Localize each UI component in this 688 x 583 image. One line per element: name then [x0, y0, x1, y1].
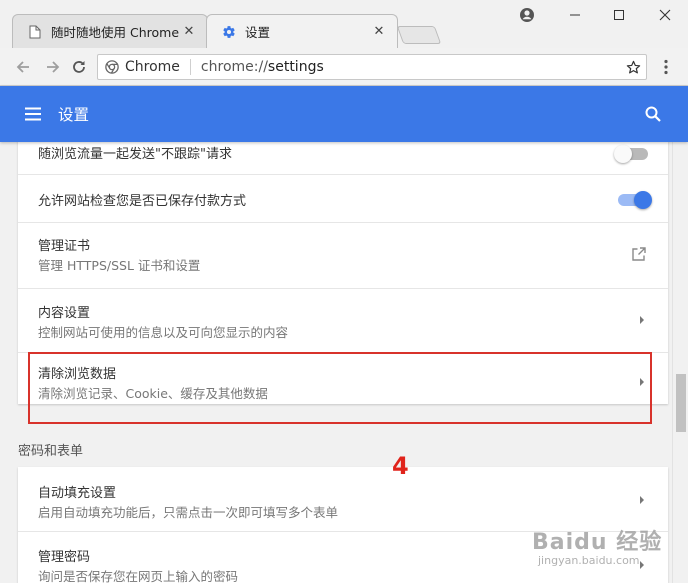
close-window-icon[interactable] — [650, 0, 680, 30]
back-arrow-icon[interactable] — [12, 56, 34, 78]
watermark: Baidu 经验 jingyan.baidu.com — [532, 524, 662, 567]
close-icon[interactable]: ✕ — [371, 24, 387, 40]
setting-row-do-not-track[interactable]: 随浏览流量一起发送"不跟踪"请求 — [18, 142, 668, 174]
arrow-right-icon[interactable] — [636, 313, 648, 327]
new-tab-button[interactable] — [396, 26, 442, 44]
setting-title: 随浏览流量一起发送"不跟踪"请求 — [38, 147, 232, 162]
setting-row-autofill[interactable]: 自动填充设置 启用自动填充功能后，只需点击一次即可填写多个表单 — [18, 467, 668, 531]
close-icon[interactable]: ✕ — [181, 24, 197, 40]
address-bar[interactable]: Chrome chrome://settings — [97, 54, 647, 80]
setting-title: 允许网站检查您是否已保存付款方式 — [38, 194, 247, 209]
external-link-icon[interactable] — [630, 245, 648, 263]
setting-title: 管理证书 — [38, 239, 91, 254]
tab-strip: 随时随地使用 Chrome ✕ 设置 ✕ — [0, 0, 688, 48]
do-not-track-toggle[interactable] — [614, 145, 650, 163]
maximize-icon[interactable] — [604, 0, 634, 30]
annotation-step-number: 4 — [392, 452, 409, 480]
setting-subtitle: 控制网站可使用的信息以及可向您显示的内容 — [38, 325, 289, 340]
account-icon[interactable] — [516, 0, 538, 30]
url-text: chrome://settings — [201, 59, 324, 75]
menu-icon[interactable] — [24, 105, 42, 123]
url-scheme: chrome:// — [200, 59, 268, 75]
scrollbar-thumb[interactable] — [676, 374, 686, 432]
settings-header: 设置 — [0, 86, 688, 142]
bookmark-star-icon[interactable] — [625, 59, 641, 75]
setting-title: 管理密码 — [38, 550, 91, 565]
minimize-icon[interactable] — [560, 0, 590, 30]
tab-title: 设置 — [245, 25, 271, 40]
secure-chip-label: Chrome — [125, 59, 191, 75]
tab-chrome-anywhere[interactable]: 随时随地使用 Chrome ✕ — [12, 14, 208, 48]
scrollbar[interactable] — [672, 142, 688, 583]
forward-arrow-icon[interactable] — [42, 56, 64, 78]
annotation-highlight-box — [28, 352, 652, 424]
setting-title: 内容设置 — [38, 306, 91, 321]
page-icon — [27, 24, 43, 40]
url-host: settings — [267, 59, 324, 75]
setting-title: 自动填充设置 — [38, 486, 117, 501]
setting-subtitle: 询问是否保存您在网页上输入的密码 — [38, 569, 239, 583]
payment-check-toggle[interactable] — [618, 191, 652, 209]
page-title: 设置 — [58, 106, 90, 124]
setting-row-manage-certificates[interactable]: 管理证书 管理 HTTPS/SSL 证书和设置 — [18, 222, 668, 288]
tab-title: 随时随地使用 Chrome — [51, 25, 180, 40]
browser-toolbar: Chrome chrome://settings — [0, 48, 688, 86]
settings-gear-icon — [221, 24, 237, 40]
setting-subtitle: 管理 HTTPS/SSL 证书和设置 — [38, 258, 201, 273]
more-vert-icon[interactable] — [658, 58, 674, 76]
search-icon[interactable] — [642, 103, 664, 125]
tab-settings[interactable]: 设置 ✕ — [206, 14, 398, 48]
setting-subtitle: 启用自动填充功能后，只需点击一次即可填写多个表单 — [38, 505, 339, 520]
reload-icon[interactable] — [68, 56, 90, 78]
section-heading-passwords-forms: 密码和表单 — [18, 444, 84, 459]
setting-row-payment-check[interactable]: 允许网站检查您是否已保存付款方式 — [18, 174, 668, 222]
arrow-right-icon[interactable] — [636, 493, 648, 507]
settings-content: 随浏览流量一起发送"不跟踪"请求 允许网站检查您是否已保存付款方式 管理证书 管… — [0, 142, 672, 583]
watermark-main: Baidu 经验 — [532, 530, 663, 555]
chrome-logo-icon — [104, 59, 120, 75]
setting-row-content-settings[interactable]: 内容设置 控制网站可使用的信息以及可向您显示的内容 — [18, 288, 668, 352]
